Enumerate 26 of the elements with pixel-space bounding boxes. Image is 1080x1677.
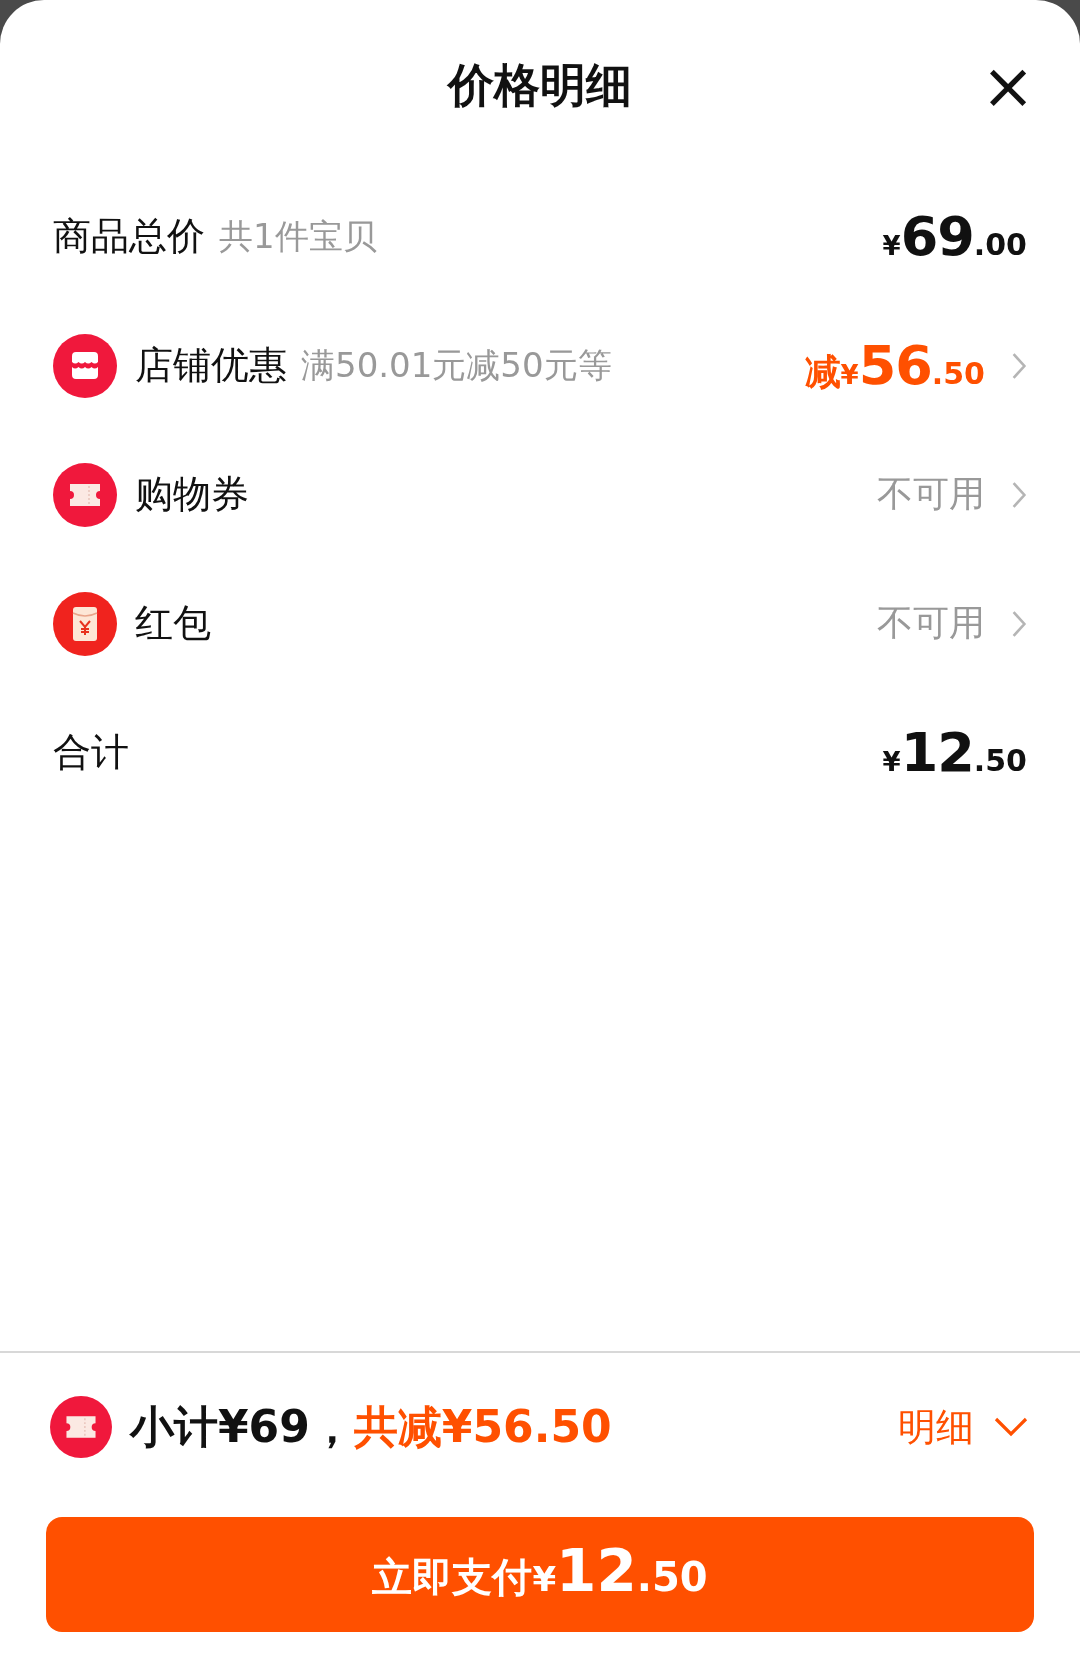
pay-button[interactable]: 立即支付¥12.50 bbox=[46, 1517, 1034, 1632]
row-label: 合计 bbox=[53, 729, 129, 776]
sheet-title: 价格明细 bbox=[448, 57, 632, 114]
price: ¥69.00 bbox=[882, 205, 1027, 268]
savings-text: 共减¥56.50 bbox=[353, 1399, 612, 1454]
ticket-icon bbox=[50, 1396, 112, 1458]
status-text: 不可用 bbox=[877, 472, 985, 516]
row-label: 红包 bbox=[135, 600, 211, 647]
row-note: 共1件宝贝 bbox=[219, 214, 377, 258]
row-label: 店铺优惠 bbox=[135, 342, 287, 389]
chevron-right-icon bbox=[1011, 609, 1027, 638]
row-note: 满50.01元减50元等 bbox=[301, 343, 612, 387]
envelope-icon bbox=[53, 591, 117, 656]
row-label: 商品总价 bbox=[53, 213, 205, 260]
details-toggle[interactable]: 明细 bbox=[898, 1401, 1028, 1453]
price: 减¥56.50 bbox=[804, 334, 985, 397]
chevron-down-icon bbox=[994, 1417, 1028, 1437]
ticket-icon bbox=[53, 462, 117, 527]
chevron-right-icon bbox=[1011, 351, 1027, 380]
store-icon bbox=[53, 333, 117, 398]
status-text: 不可用 bbox=[877, 601, 985, 645]
subtotal-text: 小计¥69， bbox=[130, 1399, 354, 1454]
price: ¥12.50 bbox=[882, 721, 1027, 784]
chevron-right-icon bbox=[1011, 480, 1027, 509]
close-button[interactable]: × bbox=[980, 58, 1036, 114]
row-label: 购物券 bbox=[135, 471, 249, 518]
